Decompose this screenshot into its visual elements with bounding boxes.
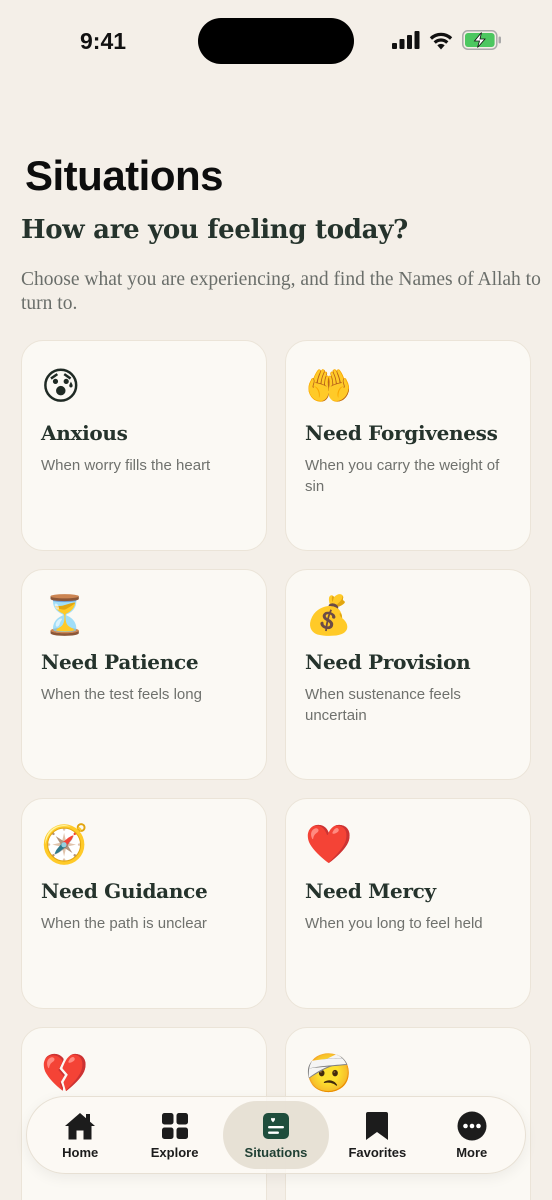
more-icon xyxy=(456,1111,488,1141)
card-title: Anxious xyxy=(41,421,128,445)
battery-charging-icon xyxy=(462,30,501,50)
card-title: Need Provision xyxy=(305,650,471,674)
tab-situations[interactable]: Situations xyxy=(222,1101,329,1169)
status-bar: 9:41 xyxy=(0,0,552,80)
money-bag-icon: 💰 xyxy=(305,593,353,637)
grid-icon xyxy=(159,1111,191,1141)
tab-label: Explore xyxy=(150,1144,199,1160)
anxious-face-icon: 😰 xyxy=(41,364,81,408)
page-description: Choose what you are experiencing, and fi… xyxy=(21,269,541,314)
dynamic-island xyxy=(198,18,354,64)
tab-home[interactable]: Home xyxy=(34,1101,126,1169)
wifi-icon xyxy=(429,32,453,49)
card-description: When the path is unclear xyxy=(41,915,207,932)
tab-label: Home xyxy=(62,1144,99,1160)
heart-icon: ❤️ xyxy=(305,822,353,866)
page-title: Situations xyxy=(25,152,224,199)
situation-card-provision[interactable]: 💰 Need Provision When sustenance feels u… xyxy=(285,569,531,780)
broken-heart-icon: 💔 xyxy=(41,1051,89,1095)
situation-card-anxious[interactable]: 😰 Anxious When worry fills the heart xyxy=(21,340,267,551)
card-title: Need Forgiveness xyxy=(305,421,498,445)
card-description: When you carry the weight of sin xyxy=(305,457,500,495)
situation-card-forgiveness[interactable]: 🤲 Need Forgiveness When you carry the we… xyxy=(285,340,531,551)
bookmark-icon xyxy=(361,1111,393,1141)
tab-more[interactable]: More xyxy=(426,1101,518,1169)
house-icon xyxy=(64,1111,96,1141)
card-description: When you long to feel held xyxy=(305,915,483,932)
situation-card-guidance[interactable]: 🧭 Need Guidance When the path is unclear xyxy=(21,798,267,1009)
status-icons xyxy=(392,30,502,50)
situations-screen: 9:41 Situations How are you feeling toda… xyxy=(0,0,552,1200)
cellular-signal-icon xyxy=(392,31,420,49)
situations-icon xyxy=(260,1111,292,1141)
bandaged-face-icon: 🤕 xyxy=(305,1051,353,1095)
status-time: 9:41 xyxy=(80,28,127,54)
card-title: Need Guidance xyxy=(41,879,208,903)
tab-label: Favorites xyxy=(348,1144,407,1160)
card-description: When sustenance feels uncertain xyxy=(305,686,461,724)
page-subtitle: How are you feeling today? xyxy=(21,215,408,245)
tab-explore[interactable]: Explore xyxy=(129,1101,221,1169)
tab-label: More xyxy=(456,1144,488,1160)
situations-grid: 😰 Anxious When worry fills the heart 🤲 N… xyxy=(21,340,531,1200)
hourglass-icon: ⏳ xyxy=(41,593,89,637)
situation-card-patience[interactable]: ⏳ Need Patience When the test feels long xyxy=(21,569,267,780)
card-description: When the test feels long xyxy=(41,686,202,703)
situation-card-mercy[interactable]: ❤️ Need Mercy When you long to feel held xyxy=(285,798,531,1009)
palms-up-icon: 🤲 xyxy=(305,364,353,408)
card-title: Need Mercy xyxy=(305,879,436,903)
card-description: When worry fills the heart xyxy=(41,457,211,474)
tab-favorites[interactable]: Favorites xyxy=(331,1101,423,1169)
compass-icon: 🧭 xyxy=(41,822,89,866)
card-title: Need Patience xyxy=(41,650,199,674)
tab-label: Situations xyxy=(244,1144,308,1160)
tab-bar: Home Explore Situations Favorites More xyxy=(26,1096,526,1174)
